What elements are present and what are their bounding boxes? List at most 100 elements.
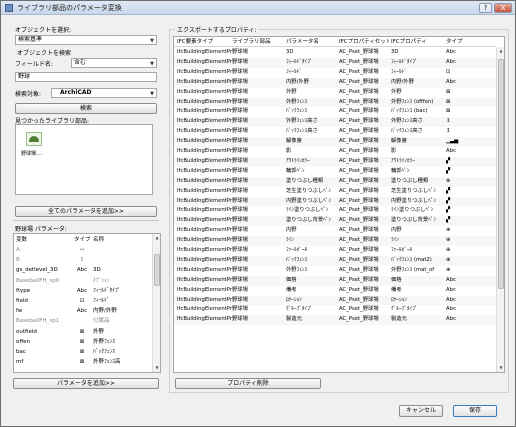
- params-scrollbar[interactable]: ▲ ▼: [152, 234, 160, 372]
- list-item[interactable]: field ⊡ ﾌｨｰﾙﾄﾞ: [14, 297, 152, 306]
- table-row[interactable]: IfcBuildingElementProxy野球場 ﾌｧｰﾙﾎﾟｰﾙ AC_Pse…: [174, 246, 496, 256]
- table-row[interactable]: IfcBuildingElementProxy野球場 塗りつぶし背景ﾍﾟﾝ AC_P…: [174, 216, 496, 227]
- list-item[interactable]: BaseballFH_sp1 付属品: [14, 317, 152, 326]
- table-cell: 野球場: [232, 276, 248, 283]
- table-row[interactable]: IfcBuildingElementProxy野球場 内野 AC_Pset_野球場 内…: [174, 226, 496, 236]
- table-row[interactable]: IfcBuildingElementProxy野球場 外野ﾌｪﾝｽ高さ AC_Pse…: [174, 117, 496, 128]
- col-ifc-element-type[interactable]: IFC要素タイプ: [177, 37, 232, 47]
- list-item[interactable]: gs_detlevel_3D Abc 3D: [14, 266, 152, 275]
- save-button[interactable]: 保存: [453, 405, 497, 417]
- table-cell: IfcBuildingElementProxy: [177, 227, 232, 234]
- table-row[interactable]: IfcBuildingElementProxy野球場 ﾌｨｰﾙﾄﾞ AC_Pset_…: [174, 68, 496, 78]
- table-cell: 野球場: [232, 157, 248, 164]
- list-item[interactable]: offen ⊠ 外野ﾌｪﾝｽ: [14, 338, 152, 347]
- table-cell: AC_Pset_野球場: [339, 256, 379, 263]
- table-row[interactable]: IfcBuildingElementProxy野球場 影 AC_Pset_野球場 影 A…: [174, 147, 496, 157]
- table-cell: IfcBuildingElementProxy: [177, 247, 232, 253]
- list-item[interactable]: outfield ⊠ 外野: [14, 328, 152, 337]
- search-button[interactable]: 検索: [15, 103, 157, 114]
- table-cell: 塗りつぶし種類: [286, 177, 324, 184]
- table-cell: AC_Pset_野球場: [339, 128, 379, 135]
- table-row[interactable]: IfcBuildingElementProxy野球場 外野ﾌｪﾝｽ AC_Pset_…: [174, 97, 496, 108]
- table-row[interactable]: IfcBuildingElementProxy野球場 ﾛｹｰｼｮﾝ AC_Pset_…: [174, 295, 496, 306]
- list-item[interactable]: fw Abc 内野/外野: [14, 307, 152, 316]
- table-header: IFC要素タイプ ライブラリ部品 パラメータ名 IFCプロパティセット IFCプ…: [174, 37, 496, 47]
- table-row[interactable]: IfcBuildingElementProxy野球場 ﾊﾞｯｸﾌｪﾝｽ高さ AC_P…: [174, 127, 496, 137]
- table-row[interactable]: IfcBuildingElementProxy野球場 外野 AC_Pset_野球場 外…: [174, 88, 496, 98]
- select-object-dropdown[interactable]: 検索基準 ▼: [15, 35, 157, 45]
- table-row[interactable]: IfcBuildingElementProxy野球場 塗りつぶし種類 AC_Pset…: [174, 176, 496, 187]
- table-row[interactable]: IfcBuildingElementProxy野球場 価格 AC_Pset_野球場 価…: [174, 275, 496, 286]
- col-ifc-property[interactable]: IFCプロパティ: [391, 37, 444, 47]
- scroll-up-icon[interactable]: ▲: [153, 235, 160, 240]
- table-row[interactable]: IfcBuildingElementProxy野球場 備考 AC_Pset_野球場 備…: [174, 286, 496, 296]
- table-cell: 野球場: [232, 138, 248, 145]
- params-list[interactable]: 変数 タイプ 名称 A ↔ B ↕ gs_detlevel_3D Abc 3D Basebal…: [13, 233, 161, 373]
- list-item[interactable]: bac ⊠ ﾊﾞｯｸﾌｪﾝｽ: [14, 348, 152, 357]
- scroll-down-icon[interactable]: ▼: [497, 365, 504, 370]
- table-row[interactable]: IfcBuildingElementProxy野球場 ﾗｲﾝ塗りつぶしﾍﾟﾝ AC_…: [174, 206, 496, 216]
- list-item[interactable]: A ↔: [14, 246, 152, 255]
- col-library-part[interactable]: ライブラリ部品: [232, 37, 284, 47]
- table-row[interactable]: IfcBuildingElementProxy野球場 ﾊﾞｯｸﾌｪﾝｽ AC_Pse…: [174, 255, 496, 266]
- table-row[interactable]: IfcBuildingElementProxy野球場 輪郭ﾍﾟﾝ AC_Pset_野…: [174, 167, 496, 177]
- list-item[interactable]: BaseballFH_sp0 ｵﾌﾟｼｮﾝ: [14, 277, 152, 286]
- table-row[interactable]: IfcBuildingElementProxy野球場 ﾌｨｰﾙﾄﾞﾀｲﾌﾟ AC_P…: [174, 57, 496, 68]
- list-item[interactable]: mf ⊠ 外野ﾌｪﾝｽ高: [14, 358, 152, 367]
- table-cell: IfcBuildingElementProxy: [177, 217, 232, 224]
- add-params-button[interactable]: パラメータを追加>>: [13, 378, 159, 389]
- type-icon: ▞: [446, 207, 451, 214]
- table-scrollbar[interactable]: ▲ ▼: [496, 47, 504, 372]
- table-cell: AC_Pset_野球場: [339, 207, 379, 214]
- scroll-thumb[interactable]: [154, 254, 160, 286]
- table-cell: 野球場: [232, 296, 248, 303]
- table-row[interactable]: IfcBuildingElementProxy野球場 芝生塗りつぶしﾍﾟﾝ AC_P…: [174, 187, 496, 197]
- scroll-thumb[interactable]: [498, 59, 504, 289]
- help-button[interactable]: ?: [479, 3, 492, 13]
- table-cell: AC_Pset_野球場: [339, 227, 379, 234]
- table-cell: 塗りつぶし背景ﾍﾟﾝ: [286, 217, 332, 224]
- table-cell: 野球場: [232, 217, 248, 224]
- table-cell: 野球場: [232, 227, 248, 234]
- param-name: 付属品: [93, 318, 110, 325]
- scroll-up-icon[interactable]: ▲: [497, 48, 504, 53]
- search-group-label: オブジェクトを検索: [17, 50, 72, 57]
- found-object-name[interactable]: 野球場....: [21, 150, 42, 157]
- col-parameter-name[interactable]: パラメータ名: [286, 37, 338, 47]
- col-ifc-property-set[interactable]: IFCプロパティセット: [339, 37, 389, 47]
- object-thumbnail-icon[interactable]: [26, 132, 42, 146]
- scroll-down-icon[interactable]: ▼: [153, 365, 160, 370]
- found-objects-list[interactable]: 野球場....: [15, 124, 153, 195]
- add-all-params-button[interactable]: 全てのパラメータを追加>>: [15, 206, 157, 217]
- export-properties-table[interactable]: IFC要素タイプ ライブラリ部品 パラメータ名 IFCプロパティセット IFCプ…: [173, 36, 505, 373]
- col-type[interactable]: タイプ: [446, 37, 466, 47]
- search-input[interactable]: 野球: [15, 72, 157, 82]
- param-name: ﾌｨｰﾙﾄﾞ: [93, 298, 110, 304]
- type-icon: ⊕: [446, 227, 451, 234]
- table-cell: IfcBuildingElementProxy: [177, 286, 232, 293]
- table-cell: ﾊﾞｯｸﾌｪﾝｽ高さ: [391, 128, 423, 135]
- table-row[interactable]: IfcBuildingElementProxy野球場 ﾊﾞｯｸﾌｪﾝｽ AC_Pse…: [174, 107, 496, 117]
- table-cell: AC_Pset_野球場: [339, 177, 379, 184]
- list-item[interactable]: ftype Abc ﾌｨｰﾙﾄﾞﾀｲﾌﾟ: [14, 287, 152, 296]
- table-cell: 野球場: [232, 247, 248, 253]
- table-row[interactable]: IfcBuildingElementProxy野球場 解像度 AC_Pset_野球場…: [174, 137, 496, 147]
- col-name: 名称: [93, 237, 105, 243]
- list-item[interactable]: B ↕: [14, 256, 152, 265]
- table-row[interactable]: IfcBuildingElementProxy野球場 3D AC_Pset_野球場 3…: [174, 48, 496, 58]
- table-row[interactable]: IfcBuildingElementProxy野球場 ｸﾞﾙｰﾌﾟﾀｲﾌﾟ AC_P…: [174, 305, 496, 315]
- table-row[interactable]: IfcBuildingElementProxy野球場 製造元 AC_Pset_野球場…: [174, 315, 496, 326]
- table-row[interactable]: IfcBuildingElementProxy野球場 ｱｳﾄﾗｲﾝｶﾗｰ AC_Ps…: [174, 156, 496, 167]
- table-cell: 影: [391, 148, 397, 154]
- field-name-condition-dropdown[interactable]: 含む ▼: [71, 58, 157, 68]
- table-row[interactable]: IfcBuildingElementProxy野球場 内野塗りつぶしﾍﾟﾝ AC_P…: [174, 196, 496, 207]
- table-row[interactable]: IfcBuildingElementProxy野球場 外野ﾌｪﾝｽ AC_Pset_…: [174, 266, 496, 276]
- table-row[interactable]: IfcBuildingElementProxy野球場 内野/外野 AC_Pset_野…: [174, 77, 496, 88]
- delete-property-button[interactable]: プロパティ削除: [175, 378, 321, 389]
- cancel-button[interactable]: キャンセル: [399, 405, 443, 417]
- search-target-dropdown[interactable]: ArchiCAD ▼: [51, 88, 157, 98]
- table-cell: ﾊﾞｯｸﾌｪﾝｽ (bac): [391, 108, 428, 115]
- param-type-icon: ⊡: [79, 298, 85, 304]
- close-button[interactable]: X: [494, 3, 512, 13]
- table-row[interactable]: IfcBuildingElementProxy野球場 ﾗｲﾝ AC_Pset_野球場…: [174, 236, 496, 246]
